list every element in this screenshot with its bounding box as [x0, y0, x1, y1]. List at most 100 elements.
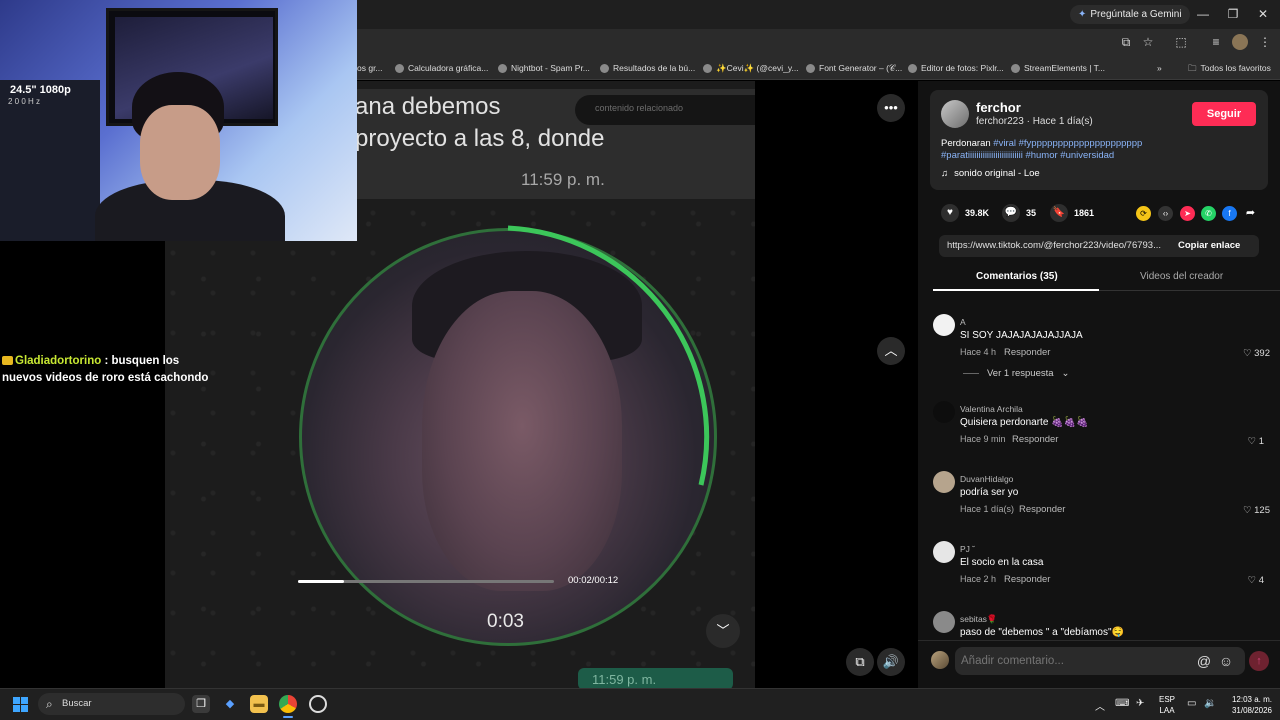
menu-icon[interactable]: ⋮	[1257, 34, 1273, 50]
comment-user[interactable]: A	[960, 317, 966, 327]
comment-time: Hace 9 min	[960, 434, 1006, 444]
comment-text: paso de "debemos " a "debíamos"🤤	[960, 627, 1124, 638]
bookmark-item[interactable]: Nightbot - Spam Pr...	[498, 60, 590, 76]
reply-button[interactable]: Responder	[1004, 347, 1050, 358]
start-tile	[21, 705, 28, 712]
comment-like[interactable]: ♡ 392	[1230, 348, 1270, 359]
like-button[interactable]: ♥ 39.8K	[941, 204, 989, 222]
music-link[interactable]: ♫ sonido original - Loe	[941, 168, 1040, 179]
video-link-url[interactable]: https://www.tiktok.com/@ferchor223/video…	[947, 240, 1172, 251]
language-indicator[interactable]: ESP LAA	[1159, 694, 1175, 716]
volume-icon[interactable]: 🔊	[877, 648, 905, 676]
avatar[interactable]	[933, 314, 955, 336]
avatar[interactable]	[933, 611, 955, 633]
tab-creator-videos[interactable]: Videos del creador	[1140, 271, 1223, 282]
bookmark-item[interactable]: os gr...	[357, 60, 383, 76]
reply-button[interactable]: Responder	[1019, 504, 1065, 515]
heart-icon: ♥	[941, 204, 959, 222]
video-progress-bar[interactable]	[298, 580, 554, 583]
pip-icon[interactable]: ⧉	[846, 648, 874, 676]
display-icon[interactable]: ▭	[1187, 698, 1196, 709]
share-icon[interactable]: ➦	[1243, 206, 1258, 221]
all-favorites[interactable]: 🗀 Todos los favoritos	[1188, 60, 1271, 76]
gemini-icon: ✦	[1078, 9, 1087, 20]
bookmark-item[interactable]: Font Generator – (𝒞...	[806, 60, 902, 76]
tab-comments[interactable]: Comentarios (35)	[976, 271, 1058, 282]
minimize-icon[interactable]: —	[1188, 4, 1218, 24]
windows-start-icon[interactable]	[13, 697, 29, 713]
embed-icon[interactable]: ‹›	[1158, 206, 1173, 221]
comment-user[interactable]: PJ ˘	[960, 544, 975, 554]
bookmark-favicon	[806, 63, 815, 73]
tray-icon[interactable]: ✈	[1136, 698, 1144, 709]
view-replies-button[interactable]: Ver 1 respuesta ⌄	[963, 368, 1070, 379]
media-icon[interactable]: ≡	[1208, 34, 1224, 50]
clock[interactable]: 12:03 a. m. 31/08/2026	[1220, 694, 1272, 716]
extensions-icon[interactable]: ⬚	[1173, 34, 1189, 50]
app-icon[interactable]: ◆	[221, 695, 239, 713]
chrome-icon[interactable]	[279, 695, 297, 713]
save-button[interactable]: 🔖 1861	[1050, 204, 1094, 222]
comment-user[interactable]: Valentina Archila	[960, 404, 1023, 414]
chat-username: Gladiadortorino	[15, 355, 102, 367]
comment-user[interactable]: sebitas🌹	[960, 614, 998, 625]
gemini-button[interactable]: ✦ Pregúntale a Gemini	[1070, 5, 1190, 24]
author-avatar[interactable]	[941, 100, 969, 128]
comment-time: Hace 4 h	[960, 347, 997, 357]
person-face	[140, 105, 220, 200]
bookmark-item[interactable]: Editor de fotos: Pixlr...	[908, 60, 1004, 76]
taskbar-search[interactable]: ⌕ Buscar	[38, 693, 185, 715]
whatsapp-icon[interactable]: ✆	[1201, 206, 1216, 221]
music-note-icon: ♫	[941, 168, 949, 179]
repost-icon[interactable]: ⟳	[1136, 206, 1151, 221]
reply-button[interactable]: Responder	[1012, 434, 1058, 445]
comment-user[interactable]: DuvanHidalgo	[960, 474, 1013, 484]
bookmark-favicon	[395, 63, 404, 73]
more-options-icon[interactable]: •••	[877, 94, 905, 122]
file-explorer-icon[interactable]: ▬	[250, 695, 268, 713]
author-name[interactable]: ferchor	[976, 100, 1021, 115]
close-icon[interactable]: ✕	[1248, 4, 1278, 24]
avatar[interactable]	[933, 541, 955, 563]
follow-button[interactable]: Seguir	[1192, 102, 1256, 126]
avatar[interactable]	[933, 401, 955, 423]
send-icon[interactable]: ➤	[1180, 206, 1195, 221]
mention-icon[interactable]: @	[1196, 653, 1212, 669]
related-search[interactable]: contenido relacionado ⌕	[575, 95, 755, 125]
bookmark-favicon	[600, 63, 609, 73]
video-timecode: 00:02/00:12	[568, 575, 619, 586]
author-meta: ferchor223 · Hace 1 día(s)	[976, 116, 1093, 127]
comment-like[interactable]: ♡ 4	[1224, 575, 1264, 586]
comment-button[interactable]: 💬 35	[1002, 204, 1036, 222]
volume-icon[interactable]: 🔉	[1204, 698, 1216, 709]
app-icon[interactable]	[309, 695, 327, 713]
reply-button[interactable]: Responder	[1004, 574, 1050, 585]
bookmark-item[interactable]: ✨Cevi✨ (@cevi_y...	[703, 60, 799, 76]
task-view-icon[interactable]: ❐	[192, 695, 210, 713]
bookmark-item[interactable]: Resultados de la bú...	[600, 60, 695, 76]
star-icon[interactable]: ☆	[1140, 34, 1156, 50]
emoji-icon[interactable]: ☺	[1218, 653, 1234, 669]
maximize-icon[interactable]: ❐	[1218, 4, 1248, 24]
bookmark-item[interactable]: Calculadora gráfica...	[395, 60, 488, 76]
tray-icon[interactable]: ⌨	[1115, 698, 1129, 709]
chevron-down-icon: ⌄	[1061, 368, 1070, 379]
monitor-box-label: 24.5" 1080p	[10, 84, 71, 96]
chevron-up-icon[interactable]: ︿	[877, 337, 905, 365]
facebook-icon[interactable]: f	[1222, 206, 1237, 221]
avatar[interactable]	[933, 471, 955, 493]
progress-ring	[507, 225, 710, 486]
install-icon[interactable]: ⧉	[1118, 34, 1134, 50]
copy-link-button[interactable]: Copiar enlace	[1178, 240, 1240, 251]
chevron-right-icon[interactable]: »	[1157, 60, 1162, 76]
profile-avatar[interactable]	[1232, 34, 1248, 50]
comment-like[interactable]: ♡ 1	[1224, 436, 1264, 447]
comment-like[interactable]: ♡ 125	[1230, 505, 1270, 516]
comment-time: Hace 2 h	[960, 574, 997, 584]
chevron-down-icon[interactable]: ﹀	[706, 614, 740, 648]
related-search-text: contenido relacionado	[595, 103, 684, 113]
bookmark-item[interactable]: StreamElements | T...	[1011, 60, 1105, 76]
send-comment-button[interactable]: ↑	[1249, 651, 1269, 671]
video-caption: Perdonaran #viral #fyppppppppppppppppppp…	[941, 138, 1181, 162]
chevron-up-icon[interactable]: ︿	[1095, 698, 1105, 713]
